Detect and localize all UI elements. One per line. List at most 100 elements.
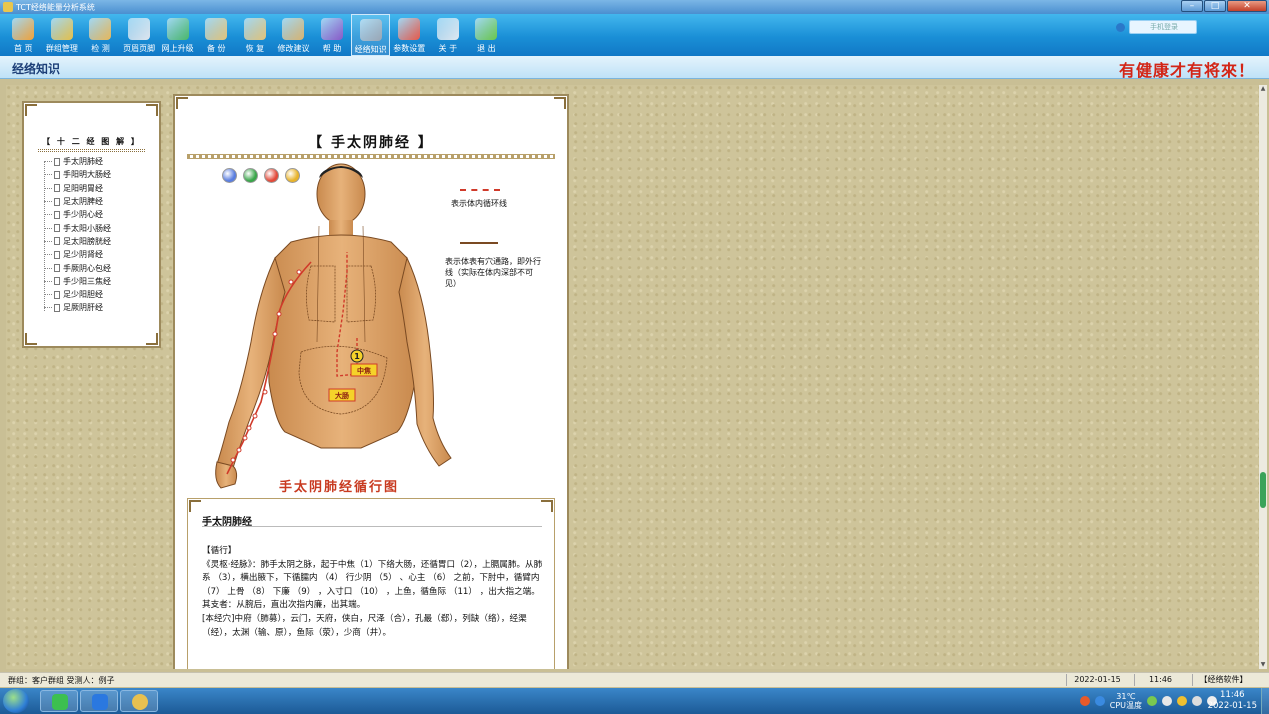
settings-icon — [398, 18, 421, 40]
toolbar-item-label: 关 于 — [438, 44, 458, 53]
corner-ornament — [176, 97, 188, 109]
toolbar-item-label: 修改建议 — [277, 44, 310, 53]
toolbar-item-label: 帮 助 — [322, 44, 342, 53]
status-time: 11:46 — [1134, 674, 1186, 686]
meridian-tree-panel: 【 十 二 经 图 解 】 手太阴肺经 手阳明大肠经 足阳明胃经 足太阴脾经 手少阴心经… — [22, 101, 161, 348]
status-brand: 【经络软件】 — [1192, 674, 1254, 686]
maximize-button[interactable]: □ — [1204, 0, 1226, 12]
legend-internal: 表示体内循环线 — [451, 199, 507, 208]
toolbar-item-label: 恢 复 — [245, 44, 265, 53]
tree-item[interactable]: 手阳明大肠经 — [44, 168, 111, 181]
window-title: TCT经络能量分析系统 — [16, 2, 95, 12]
help-icon — [321, 18, 344, 40]
tree-item[interactable]: 手少阳三焦经 — [44, 275, 111, 288]
corner-ornament — [554, 97, 566, 109]
tree-divider — [38, 149, 145, 152]
section-label: 【循行】 — [202, 546, 237, 556]
description-body: 【循行】 《灵枢·经脉》：肺手太阴之脉，起于中焦（1）下络大肠，还循胃口（2），… — [202, 545, 544, 640]
label-dachang: 大肠 — [335, 391, 349, 400]
toolbar-item-label: 备 份 — [206, 44, 226, 53]
tree-item[interactable]: 足少阳胆经 — [44, 288, 111, 301]
tree-item[interactable]: 足阳明胃经 — [44, 182, 111, 195]
toolbar-item-10[interactable]: 参数设置 — [390, 14, 429, 56]
toolbar-item-label: 群组管理 — [45, 44, 78, 53]
tree-item-label: 足少阳胆经 — [63, 290, 103, 300]
toolbar-item-11[interactable]: 关 于 — [429, 14, 468, 56]
system-tray: 31℃ CPU温度 — [1079, 688, 1217, 714]
taiji-icon — [132, 694, 148, 710]
about-icon — [436, 18, 459, 40]
close-button[interactable]: ✕ — [1227, 0, 1267, 12]
document-icon — [54, 157, 60, 166]
exit-icon — [475, 18, 498, 40]
corner-ornament — [146, 104, 158, 116]
tree-item-label: 手太阴肺经 — [63, 157, 103, 167]
tree-item[interactable]: 手厥阴心包经 — [44, 261, 111, 274]
tree-item[interactable]: 足太阳膀胱经 — [44, 235, 111, 248]
corner-ornament — [541, 500, 553, 512]
taskbar-wechat[interactable] — [40, 690, 78, 712]
tree-item[interactable]: 手太阴肺经 — [44, 155, 111, 168]
login-box[interactable]: 手机登录 — [1116, 20, 1197, 34]
toolbar-item-1[interactable]: 群组管理 — [43, 14, 82, 56]
tree-item[interactable]: 手少阴心经 — [44, 208, 111, 221]
tree-item-label: 手少阴心经 — [63, 210, 103, 220]
taskbar-baidu[interactable] — [80, 690, 118, 712]
toolbar-item-label: 退 出 — [477, 44, 496, 53]
security-icon[interactable] — [1177, 696, 1187, 706]
legend-external: 表示体表有穴通路，即外行线（实际在体内深部不可见） — [445, 257, 541, 288]
tree-item[interactable]: 足少阴肾经 — [44, 248, 111, 261]
main-toolbar: 手机登录 首 页 群组管理 检 测 页眉页脚 网上升级 备 份 恢 复 修改建议 帮 助 经络知识… — [0, 14, 1269, 56]
document-icon — [54, 264, 60, 273]
toolbar-item-8[interactable]: 帮 助 — [313, 14, 352, 56]
toolbar-item-5[interactable]: 备 份 — [197, 14, 236, 56]
status-date: 2022-01-15 — [1066, 674, 1128, 686]
tree-item-label: 足厥阴肝经 — [63, 303, 103, 313]
taskbar-tct-app[interactable] — [120, 690, 158, 712]
minimize-button[interactable]: – — [1181, 0, 1203, 12]
tree-item[interactable]: 足厥阴肝经 — [44, 301, 111, 314]
app-icon — [3, 2, 13, 12]
tree-item-label: 足阳明胃经 — [63, 183, 103, 193]
toolbar-item-label: 页眉页脚 — [123, 44, 156, 53]
shield-icon[interactable] — [1147, 696, 1157, 706]
document-icon — [54, 303, 60, 312]
toolbar-item-9[interactable]: 经络知识 — [351, 14, 390, 56]
toolbar-item-7[interactable]: 修改建议 — [274, 14, 313, 56]
toolbar-item-label: 首 页 — [14, 44, 33, 53]
toolbar-item-0[interactable]: 首 页 — [4, 14, 43, 56]
scroll-up-icon[interactable]: ▲ — [1259, 85, 1267, 93]
corner-ornament — [25, 104, 37, 116]
tree-item[interactable]: 足太阴脾经 — [44, 195, 111, 208]
help-tray-icon[interactable] — [1094, 696, 1105, 706]
page-title: 经络知识 — [12, 62, 61, 76]
vertical-scrollbar[interactable]: ▲ ▼ — [1259, 85, 1267, 669]
solid-line-legend — [460, 242, 498, 244]
toolbar-item-4[interactable]: 网上升级 — [158, 14, 197, 56]
description-paragraph: 其支者：从腕后，直出次指内廉，出其端。 — [202, 600, 366, 611]
document-icon — [54, 197, 60, 206]
tree-item[interactable]: 手太阳小肠经 — [44, 221, 111, 234]
network-icon[interactable] — [1162, 696, 1172, 706]
scroll-down-icon[interactable]: ▼ — [1259, 661, 1267, 669]
signal-icon[interactable] — [1192, 696, 1202, 706]
tree-item-label: 足太阴脾经 — [63, 197, 103, 207]
toolbar-item-12[interactable]: 退 出 — [467, 14, 506, 56]
temp-value: 31℃ — [1116, 692, 1136, 701]
sogou-icon[interactable] — [1079, 696, 1090, 706]
show-desktop-button[interactable] — [1261, 688, 1269, 714]
title-bar: TCT经络能量分析系统 – □ ✕ — [0, 0, 1269, 14]
toolbar-item-2[interactable]: 检 测 — [81, 14, 120, 56]
toolbar-item-3[interactable]: 页眉页脚 — [120, 14, 159, 56]
system-clock[interactable]: 11:46 2022-01-15 — [1208, 690, 1257, 712]
start-button[interactable] — [3, 689, 29, 713]
home-icon — [12, 18, 35, 40]
tree-item-label: 足少阴肾经 — [63, 250, 103, 260]
meridian-body-diagram: 1 中焦 大肠 — [215, 163, 452, 489]
cloud-icon — [92, 694, 108, 710]
wechat-icon — [52, 694, 68, 710]
toolbar-item-6[interactable]: 恢 复 — [236, 14, 275, 56]
scroll-thumb[interactable] — [1260, 472, 1266, 508]
document-icon — [54, 210, 60, 219]
meridian-title: 【 手太阴肺经 】 — [308, 135, 434, 151]
